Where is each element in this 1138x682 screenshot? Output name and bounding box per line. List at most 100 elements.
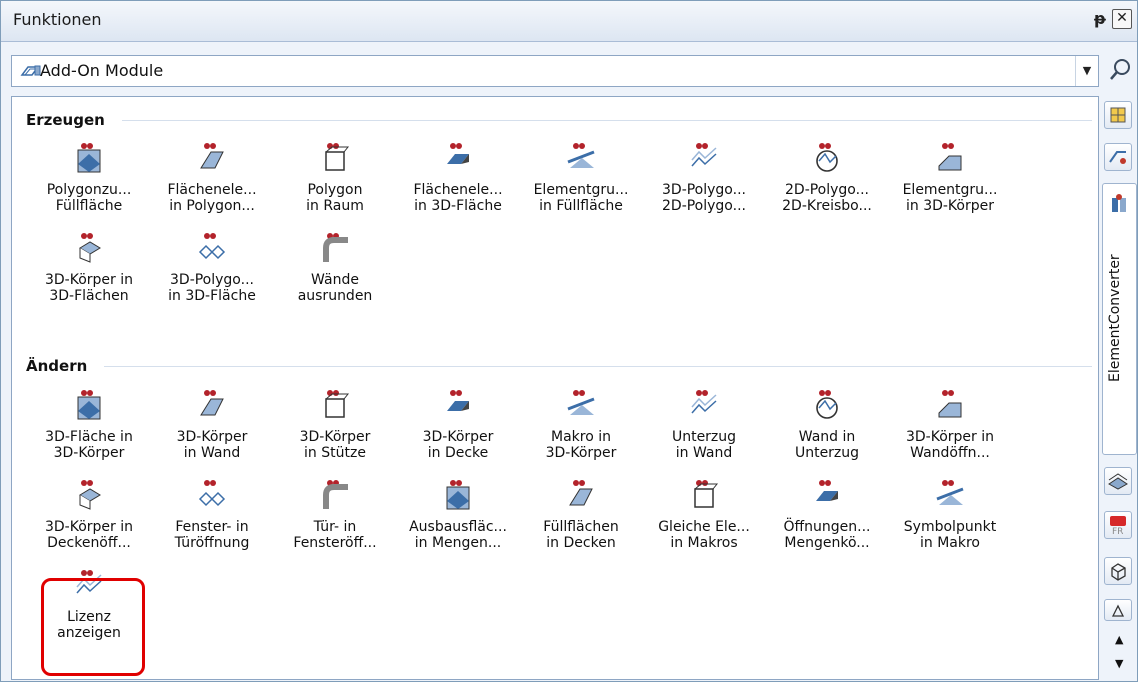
function-label: 3D-Polygo... 2D-Polygo... (662, 182, 746, 214)
wall-round-icon (318, 232, 352, 266)
section-divider (104, 366, 1092, 367)
function-label: Ausbausfläc... in Mengen... (409, 519, 507, 551)
function-label: 3D-Körper in Deckenöff... (44, 519, 133, 551)
fr-icon: FR (1110, 516, 1126, 537)
body-slab-icon (441, 389, 475, 423)
body-slab-opening-icon (72, 479, 106, 513)
triangle-icon (1111, 604, 1125, 617)
aen-item-3[interactable]: 3D-Körper in Decke (398, 389, 518, 479)
window-title: Funktionen (13, 10, 102, 29)
function-label: 3D-Körper in Wandöffn... (905, 429, 994, 461)
surface-body-icon (72, 389, 106, 423)
highlight-box (41, 578, 145, 676)
functions-window: Funktionen ᵽ ✕ Add-On Module ▼ Erzeugen … (0, 0, 1138, 682)
aen-item-12[interactable]: Füllflächen in Decken (521, 479, 641, 569)
erz-item-6[interactable]: 2D-Polygo... 2D-Kreisbo... (767, 142, 887, 232)
title-bar: Funktionen ᵽ ✕ (1, 1, 1137, 42)
grid-view-button[interactable] (1104, 101, 1132, 129)
pin-icon[interactable]: ᵽ (1092, 9, 1108, 29)
erz-item-8[interactable]: 3D-Körper in 3D-Flächen (29, 232, 149, 322)
fr-button[interactable]: FR (1104, 511, 1132, 539)
function-label: 3D-Körper in Decke (422, 429, 494, 461)
group-body-icon (933, 142, 967, 176)
function-label: Makro in 3D-Körper (545, 429, 617, 461)
polygon-fill-icon (72, 142, 106, 176)
cube-icon (1111, 563, 1126, 581)
aen-item-2[interactable]: 3D-Körper in Stütze (275, 389, 395, 479)
aen-item-5[interactable]: Unterzug in Wand (644, 389, 764, 479)
body-wall-opening-icon (933, 389, 967, 423)
function-label: Elementgru... in 3D-Körper (902, 182, 998, 214)
function-label: Wand in Unterzug (794, 429, 860, 461)
aen-item-10[interactable]: Tür- in Fensteröff... (275, 479, 395, 569)
close-button[interactable]: ✕ (1112, 9, 1132, 29)
scroll-up-icon[interactable]: ▲ (1115, 633, 1123, 646)
same-elements-icon (687, 479, 721, 513)
module-select-value: Add-On Module (40, 61, 164, 80)
aen-item-0[interactable]: 3D-Fläche in 3D-Körper (29, 389, 149, 479)
function-label: 3D-Fläche in 3D-Körper (45, 429, 133, 461)
scroll-down-icon[interactable]: ▼ (1115, 657, 1123, 670)
aen-item-6[interactable]: Wand in Unterzug (767, 389, 887, 479)
erz-item-9[interactable]: 3D-Polygo... in 3D-Fläche (152, 232, 272, 322)
aen-item-7[interactable]: 3D-Körper in Wandöffn... (890, 389, 1010, 479)
function-label: Gleiche Ele... in Makros (658, 519, 750, 551)
function-label: Polygon in Raum (306, 182, 364, 214)
wall-beam-icon (810, 389, 844, 423)
beam-wall-icon (687, 389, 721, 423)
polygon-room-icon (318, 142, 352, 176)
element-icon (1112, 194, 1126, 212)
opening-quantity-icon (810, 479, 844, 513)
tab-elementconverter[interactable]: ElementConverter (1102, 183, 1137, 455)
function-label: Unterzug in Wand (671, 429, 737, 461)
door-window-icon (318, 479, 352, 513)
aen-item-14[interactable]: Öffnungen... Mengenkö... (767, 479, 887, 569)
erz-item-2[interactable]: Polygon in Raum (275, 142, 395, 232)
layer-button[interactable] (1104, 467, 1132, 495)
section-aendern: Ändern (26, 357, 88, 375)
function-label: Tür- in Fensteröff... (293, 519, 377, 551)
function-label: Flächenele... in Polygon... (167, 182, 257, 214)
aen-item-8[interactable]: 3D-Körper in Deckenöff... (29, 479, 149, 569)
section-erzeugen: Erzeugen (26, 111, 105, 129)
aen-item-13[interactable]: Gleiche Ele... in Makros (644, 479, 764, 569)
erz-item-0[interactable]: Polygonzu... Füllfläche (29, 142, 149, 232)
polyline-surface-icon (195, 232, 229, 266)
aen-item-4[interactable]: Makro in 3D-Körper (521, 389, 641, 479)
module-icon (20, 65, 41, 76)
chevron-down-icon[interactable]: ▼ (1075, 56, 1098, 86)
aen-item-1[interactable]: 3D-Körper in Wand (152, 389, 272, 479)
aen-item-15[interactable]: Symbolpunkt in Makro (890, 479, 1010, 569)
polyline-3d-icon (687, 142, 721, 176)
function-label: Flächenele... in 3D-Fläche (413, 182, 503, 214)
erz-item-1[interactable]: Flächenele... in Polygon... (152, 142, 272, 232)
body-column-icon (318, 389, 352, 423)
erz-item-3[interactable]: Flächenele... in 3D-Fläche (398, 142, 518, 232)
aen-item-9[interactable]: Fenster- in Türöffnung (152, 479, 272, 569)
converter-button[interactable] (1104, 143, 1132, 171)
finish-area-icon (441, 479, 475, 513)
module-select[interactable]: Add-On Module ▼ (11, 55, 1099, 87)
window-door-icon (195, 479, 229, 513)
erz-item-10[interactable]: Wände ausrunden (275, 232, 395, 322)
function-label: 3D-Körper in Stütze (299, 429, 371, 461)
erz-item-5[interactable]: 3D-Polygo... 2D-Polygo... (644, 142, 764, 232)
symbol-point-icon (933, 479, 967, 513)
functions-panel: Erzeugen Ändern Polygonzu... Füllfläche Fl… (11, 96, 1099, 680)
fill-slab-icon (564, 479, 598, 513)
aen-item-11[interactable]: Ausbausfläc... in Mengen... (398, 479, 518, 569)
function-label: Fenster- in Türöffnung (174, 519, 250, 551)
erz-item-7[interactable]: Elementgru... in 3D-Körper (890, 142, 1010, 232)
function-label: Füllflächen in Decken (543, 519, 619, 551)
grid-icon (1110, 107, 1126, 123)
function-label: 2D-Polygo... 2D-Kreisbo... (782, 182, 872, 214)
cube-button[interactable] (1104, 557, 1132, 585)
area-3d-icon (441, 142, 475, 176)
more-button[interactable] (1104, 599, 1132, 621)
layers-icon (1108, 473, 1128, 490)
macro-body-icon (564, 389, 598, 423)
erz-item-4[interactable]: Elementgru... in Füllfläche (521, 142, 641, 232)
function-label: Öffnungen... Mengenkö... (783, 519, 871, 551)
search-icon[interactable] (1107, 56, 1133, 84)
tab-elementconverter-label: ElementConverter (1107, 254, 1123, 382)
